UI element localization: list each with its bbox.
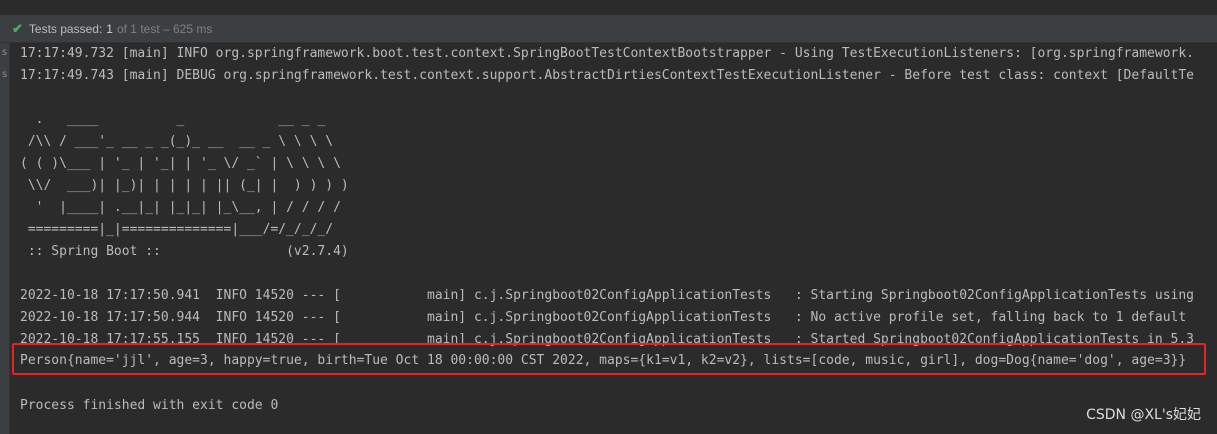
console-line: . ____ _ __ _ _ — [20, 112, 326, 127]
console-line-exit: Process finished with exit code 0 — [20, 398, 279, 413]
console-line: 17:17:49.732 [main] INFO org.springframe… — [20, 46, 1194, 61]
console-line: 17:17:49.743 [main] DEBUG org.springfram… — [20, 68, 1194, 83]
gutter-mark[interactable]: s — [0, 66, 9, 84]
console-output[interactable]: 17:17:49.732 [main] INFO org.springframe… — [20, 43, 1217, 434]
console-line: :: Spring Boot :: (v2.7.4) — [20, 244, 349, 259]
tests-passed-count: 1 — [106, 21, 113, 36]
console-line: 2022-10-18 17:17:50.941 INFO 14520 --- [… — [20, 288, 1194, 303]
test-status-bar: ✔ Tests passed: 1 of 1 test – 625 ms — [0, 15, 1217, 43]
console-line: 2022-10-18 17:17:50.944 INFO 14520 --- [… — [20, 310, 1187, 325]
tests-passed-label: Tests passed: — [28, 21, 103, 36]
check-icon: ✔ — [12, 20, 23, 36]
console-line: /\\ / ___'_ __ _ _(_)_ __ __ _ \ \ \ \ — [20, 134, 334, 149]
tests-summary: of 1 test – 625 ms — [116, 21, 213, 36]
console-line: =========|_|==============|___/=/_/_/_/ — [20, 222, 334, 237]
window-top-strip — [0, 0, 1217, 15]
red-highlight-box — [12, 343, 1206, 375]
left-tool-gutter: s s — [0, 43, 10, 434]
csdn-watermark: CSDN @XL's妃妃 — [1086, 407, 1201, 423]
gutter-mark[interactable]: s — [0, 44, 9, 62]
console-line: ( ( )\___ | '_ | '_| | '_ \/ _` | \ \ \ … — [20, 156, 341, 171]
console-line: ' |____| .__|_| |_|_| |_\__, | / / / / — [20, 200, 341, 215]
console-line: \\/ ___)| |_)| | | | | || (_| | ) ) ) ) — [20, 178, 349, 193]
